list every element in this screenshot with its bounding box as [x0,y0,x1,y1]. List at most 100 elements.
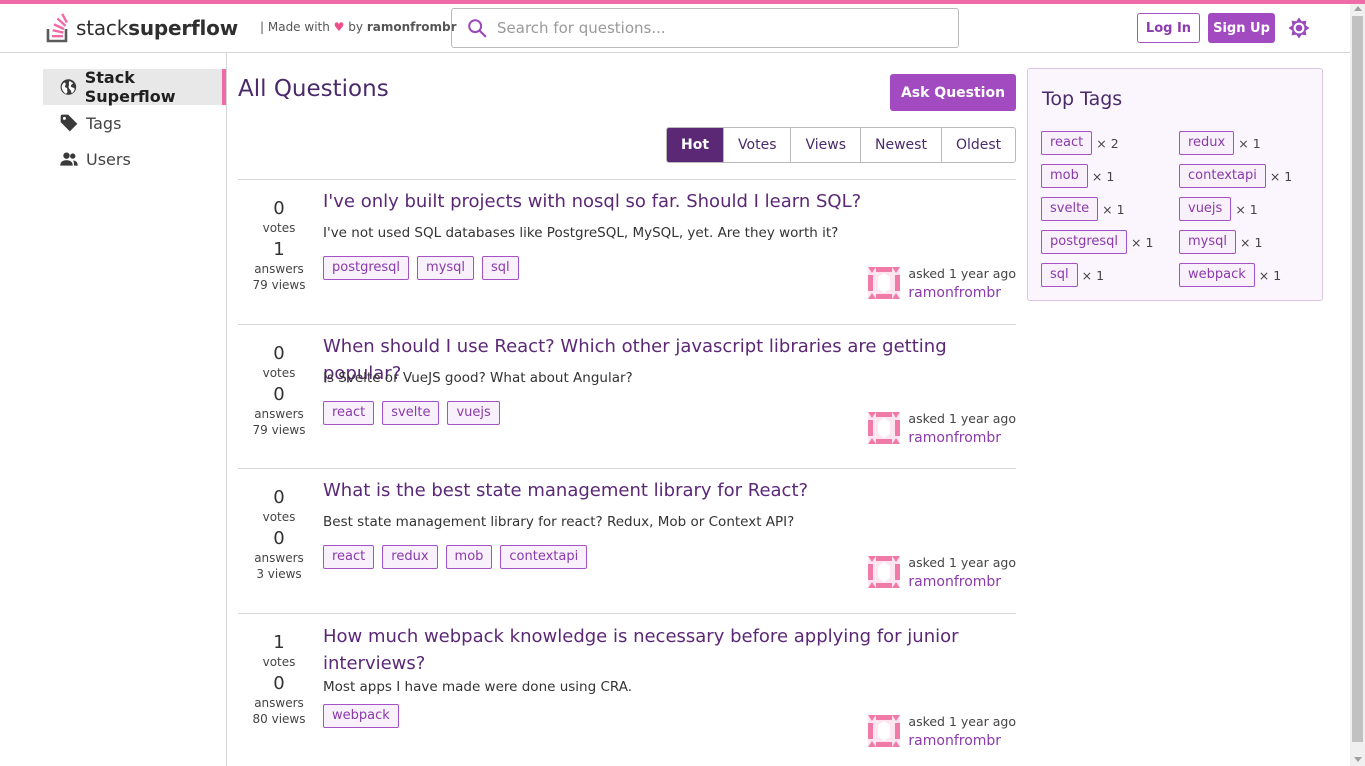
tag-count: × 1 [1131,234,1154,250]
question-title[interactable]: How much webpack knowledge is necessary … [323,623,963,677]
question-excerpt: Best state management library for react?… [323,514,795,530]
asked-time: asked 1 year ago [908,411,1016,426]
sort-views-button[interactable]: Views [791,128,862,162]
sort-hot-button[interactable]: Hot [667,128,725,162]
tag-chip[interactable]: postgresql [1041,230,1128,254]
question-item: 0 votes 0 answers 3 views What is the be… [238,468,1016,613]
tag-count: × 1 [1102,201,1125,217]
question-title[interactable]: I've only built projects with nosql so f… [323,188,861,215]
sidebar-item-label: Tags [86,113,122,133]
answer-count: 0 [273,384,285,405]
asker-info: asked 1 year ago ramonfrombr [868,555,1016,590]
sort-votes-button[interactable]: Votes [724,128,792,162]
top-tag-entry: redux × 1 [1179,131,1261,155]
tag-count: × 1 [1240,234,1263,250]
tag-chip[interactable]: postgresql [323,256,410,280]
search-box[interactable] [451,8,959,48]
asked-time: asked 1 year ago [908,555,1016,570]
tag-chip[interactable]: vuejs [447,401,500,425]
asker-username[interactable]: ramonfrombr [908,574,1016,590]
tag-chip[interactable]: sql [482,256,519,280]
tag-chip[interactable]: mysql [1179,230,1236,254]
asker-info: asked 1 year ago ramonfrombr [868,411,1016,446]
question-stats: 0 votes 0 answers 3 views [238,487,320,581]
question-item: 0 votes 1 answers 79 views I've only bui… [238,179,1016,324]
logo[interactable]: stacksuperflow [46,13,238,43]
votes-label: votes [262,510,296,524]
answer-count: 0 [273,673,285,694]
tag-chip[interactable]: mysql [417,256,475,280]
tag-chip[interactable]: webpack [323,704,399,728]
sort-tabs: Hot Votes Views Newest Oldest [666,127,1017,163]
tag-chip[interactable]: redux [382,545,438,569]
answers-label: answers [254,262,304,276]
avatar[interactable] [868,267,901,299]
top-tags-title: Top Tags [1042,88,1123,110]
tag-chip[interactable]: react [323,545,375,569]
votes-label: votes [262,655,296,669]
heart-icon: ♥ [333,20,345,34]
sidebar-item-label: Stack Superflow [84,68,176,106]
votes-label: votes [262,366,296,380]
sidebar: Stack Superflow Tags Users [0,53,227,766]
question-title[interactable]: What is the best state management librar… [323,477,808,504]
tag-chip[interactable]: react [1041,131,1093,155]
tag-count: × 1 [1258,267,1282,283]
asker-info: asked 1 year ago ramonfrombr [868,714,1016,749]
sort-oldest-button[interactable]: Oldest [941,128,1016,162]
avatar[interactable] [868,715,901,747]
globe-icon [60,79,77,95]
ask-question-button[interactable]: Ask Question [890,74,1016,111]
tag-count: × 1 [1091,168,1115,184]
tag-chip[interactable]: sql [1041,263,1078,287]
page-title: All Questions [238,76,389,102]
search-input[interactable] [497,19,937,37]
tag-chip[interactable]: mob [1041,164,1088,188]
tag-chip[interactable]: contextapi [500,545,588,569]
vote-count: 1 [273,632,285,653]
author-link[interactable]: ramonfrombr [367,20,457,34]
vote-count: 0 [273,198,285,219]
view-count: 79 views [252,423,306,437]
asker-username[interactable]: ramonfrombr [908,733,1016,749]
tag-chip[interactable]: react [323,401,375,425]
brightness-icon[interactable] [1287,16,1311,40]
tag-chip[interactable]: contextapi [1179,164,1266,188]
page-scrollbar[interactable] [1350,4,1365,766]
tag-chip[interactable]: redux [1179,131,1235,155]
question-tags: react redux mob contextapi [323,545,588,569]
sidebar-item-users[interactable]: Users [43,141,226,177]
top-tag-entry: contextapi × 1 [1179,164,1292,188]
asker-username[interactable]: ramonfrombr [908,285,1016,301]
asker-username[interactable]: ramonfrombr [908,430,1016,446]
vote-count: 0 [273,487,285,508]
vote-count: 0 [273,343,285,364]
question-tags: postgresql mysql sql [323,256,519,280]
scrollbar-thumb[interactable] [1352,16,1363,742]
tag-chip[interactable]: svelte [382,401,440,425]
top-tag-entry: sql × 1 [1041,263,1104,287]
scroll-up-icon[interactable] [1354,6,1362,11]
sidebar-item-home[interactable]: Stack Superflow [43,68,226,106]
tag-count: × 1 [1269,168,1293,184]
signup-button[interactable]: Sign Up [1208,13,1275,43]
avatar[interactable] [868,556,901,588]
login-button[interactable]: Log In [1137,13,1200,43]
avatar[interactable] [868,412,901,444]
question-item: 0 votes 0 answers 79 views When should I… [238,324,1016,468]
stack-logo-icon [46,13,68,43]
scroll-down-icon[interactable] [1354,757,1362,762]
question-stats: 1 votes 0 answers 80 views [238,632,320,726]
tag-chip[interactable]: svelte [1041,197,1099,221]
tag-chip[interactable]: mob [445,545,493,569]
sort-newest-button[interactable]: Newest [861,128,942,162]
sidebar-item-tags[interactable]: Tags [43,105,226,141]
tag-count: × 1 [1235,201,1258,217]
answers-label: answers [254,551,304,565]
view-count: 79 views [252,278,306,292]
tag-chip[interactable]: vuejs [1179,197,1232,221]
top-tag-entry: mob × 1 [1041,164,1114,188]
top-tag-entry: postgresql × 1 [1041,230,1153,254]
tag-chip[interactable]: webpack [1179,263,1255,287]
top-tag-entry: svelte × 1 [1041,197,1125,221]
